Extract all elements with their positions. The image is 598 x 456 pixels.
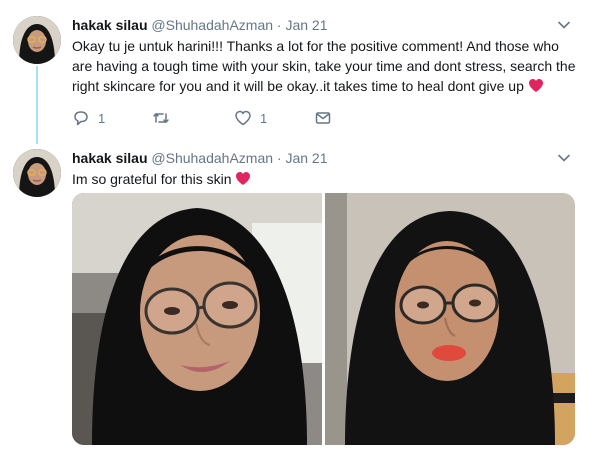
heart-emoji-icon [528,79,543,92]
reply-icon [74,111,88,126]
retweet-button[interactable] [152,108,178,128]
tweet-header: hakak silau @ShuhadahAzman · Jan 21 [72,16,328,34]
tweet-text: Im so grateful for this skin [72,169,577,189]
user-handle[interactable]: @ShuhadahAzman [151,150,273,166]
user-handle[interactable]: @ShuhadahAzman [151,17,273,33]
tweet-text: Okay tu je untuk harini!!! Thanks a lot … [72,36,577,96]
avatar[interactable] [13,149,61,197]
chevron-down-icon[interactable] [557,151,571,165]
thread-line [36,66,38,144]
chevron-down-icon[interactable] [557,18,571,32]
direct-message-icon [315,112,331,124]
tweet-text-content: Im so grateful for this skin [72,171,232,187]
heart-emoji-icon [236,172,251,185]
like-count: 1 [260,110,268,126]
tweet-actions: 1 1 [72,108,352,128]
reply-button[interactable]: 1 [72,108,105,128]
like-button[interactable]: 1 [234,108,267,128]
timestamp[interactable]: Jan 21 [285,150,327,166]
reply-count: 1 [98,110,106,126]
tweet-media[interactable] [72,193,575,445]
separator: · [276,17,282,33]
tweet-header: hakak silau @ShuhadahAzman · Jan 21 [72,149,328,167]
timestamp[interactable]: Jan 21 [285,17,327,33]
display-name[interactable]: hakak silau [72,17,148,33]
display-name[interactable]: hakak silau [72,150,148,166]
photo-selfie-car[interactable] [72,193,322,445]
separator: · [276,150,282,166]
like-icon [235,110,251,126]
avatar[interactable] [13,16,61,64]
photo-selfie-outdoor[interactable] [325,193,575,445]
retweet-icon [153,113,169,123]
tweet-text-content: Okay tu je untuk harini!!! Thanks a lot … [72,38,576,94]
direct-message-button[interactable] [314,108,332,128]
